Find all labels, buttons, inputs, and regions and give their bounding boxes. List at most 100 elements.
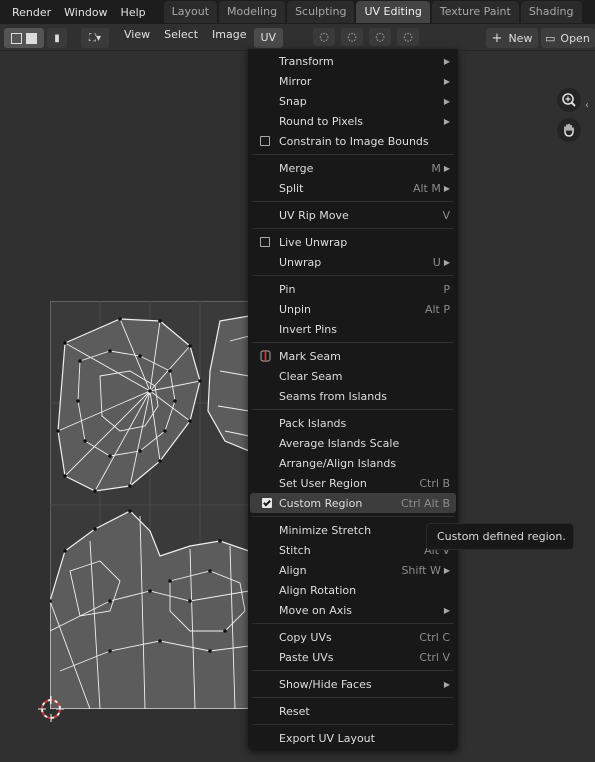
- menu-item-label: Pack Islands: [279, 416, 347, 430]
- menu-item-label: Constrain to Image Bounds: [279, 134, 429, 148]
- menu-item-constrain-to-image-bounds[interactable]: Constrain to Image Bounds: [248, 131, 458, 151]
- menu-item-export-uv-layout[interactable]: Export UV Layout: [248, 728, 458, 748]
- menu-item-shortcut: Shift W: [401, 563, 441, 577]
- menu-item-label: Copy UVs: [279, 630, 332, 644]
- checkbox-unchecked-icon[interactable]: [260, 237, 270, 247]
- proportional-icon[interactable]: ◌: [369, 28, 392, 46]
- menu-item-label: Stitch: [279, 543, 311, 557]
- header-tool-icons: ◌ ◌ ◌ ◌: [313, 28, 420, 48]
- menu-item-pin[interactable]: Pin P: [248, 279, 458, 299]
- submenu-arrow-icon: ▶: [443, 679, 450, 689]
- menu-item-seams-from-islands[interactable]: Seams from Islands: [248, 386, 458, 406]
- uv-mesh-canvas[interactable]: [50, 301, 249, 709]
- menu-item-shortcut: Alt P: [424, 302, 450, 316]
- open-button-label: Open: [560, 31, 590, 45]
- menu-item-set-user-region[interactable]: Set User Region Ctrl B: [248, 473, 458, 493]
- sync-selection-button[interactable]: ▮: [47, 28, 67, 48]
- uv-editor-header: ▮ ⛶▾ View Select Image UV ◌ ◌ ◌ ◌ + New ▭ Open: [0, 26, 595, 51]
- menu-item-align-rotation[interactable]: Align Rotation: [248, 580, 458, 600]
- top-menu-window[interactable]: Window: [58, 6, 113, 19]
- checkbox-checked-icon[interactable]: [262, 498, 272, 508]
- submenu-arrow-icon: ▶: [443, 116, 450, 126]
- menu-item-show-hide-faces[interactable]: Show/Hide Faces ▶: [248, 674, 458, 694]
- menu-item-pack-islands[interactable]: Pack Islands: [248, 413, 458, 433]
- checkbox-unchecked-icon[interactable]: [260, 136, 270, 146]
- select-box-icon: [11, 32, 22, 44]
- menu-item-shortcut: V: [442, 208, 450, 222]
- menu-item-unpin[interactable]: Unpin Alt P: [248, 299, 458, 319]
- workspace-tab-modeling[interactable]: Modeling: [219, 1, 286, 23]
- selection-mode-dropdown[interactable]: ⛶▾: [81, 28, 109, 48]
- menu-item-mirror[interactable]: Mirror ▶: [248, 71, 458, 91]
- menu-item-average-islands-scale[interactable]: Average Islands Scale: [248, 433, 458, 453]
- workspace-tab-shading[interactable]: Shading: [520, 1, 582, 23]
- menu-item-label: UV Rip Move: [279, 208, 349, 222]
- menu-item-transform[interactable]: Transform ▶: [248, 51, 458, 71]
- menu-item-invert-pins[interactable]: Invert Pins: [248, 319, 458, 339]
- new-image-button[interactable]: + New: [486, 28, 538, 48]
- submenu-arrow-icon: ▶: [443, 163, 450, 173]
- menu-item-clear-seam[interactable]: Clear Seam: [248, 366, 458, 386]
- menu-item-custom-region[interactable]: Custom Region Ctrl Alt B: [250, 493, 456, 513]
- menu-item-label: Mirror: [279, 74, 312, 88]
- open-image-button[interactable]: ▭ Open: [541, 28, 595, 48]
- menu-item-shortcut: Ctrl B: [419, 476, 450, 490]
- pivot-icon[interactable]: ◌: [313, 28, 336, 46]
- menu-item-live-unwrap[interactable]: Live Unwrap: [248, 232, 458, 252]
- menu-separator: [252, 409, 454, 410]
- header-menu-image[interactable]: Image: [205, 28, 253, 48]
- snap-icon[interactable]: ◌: [341, 28, 364, 46]
- select-mode-button[interactable]: [4, 28, 44, 48]
- menu-item-merge[interactable]: Merge M ▶: [248, 158, 458, 178]
- menu-item-label: Custom Region: [279, 496, 363, 510]
- menu-item-label: Mark Seam: [279, 349, 341, 363]
- workspace-tab-uv-editing[interactable]: UV Editing: [356, 1, 430, 23]
- menu-item-uv-rip-move[interactable]: UV Rip Move V: [248, 205, 458, 225]
- menu-item-snap[interactable]: Snap ▶: [248, 91, 458, 111]
- menu-item-reset[interactable]: Reset: [248, 701, 458, 721]
- menu-item-move-on-axis[interactable]: Move on Axis ▶: [248, 600, 458, 620]
- top-menu-render[interactable]: Render: [6, 6, 57, 19]
- menu-item-mark-seam[interactable]: Mark Seam: [248, 346, 458, 366]
- image-icon[interactable]: ◌: [397, 28, 420, 46]
- workspace-tab-layout[interactable]: Layout: [163, 1, 218, 23]
- header-menu-view[interactable]: View: [117, 28, 157, 48]
- menu-separator: [252, 670, 454, 671]
- menu-item-shortcut: M: [431, 161, 441, 175]
- menu-separator: [252, 697, 454, 698]
- top-menu-help[interactable]: Help: [115, 6, 152, 19]
- header-menu-uv[interactable]: UV: [253, 28, 284, 48]
- menu-item-label: Align: [279, 563, 307, 577]
- menu-item-split[interactable]: Split Alt M ▶: [248, 178, 458, 198]
- menu-separator: [252, 201, 454, 202]
- menu-separator: [252, 516, 454, 517]
- menu-separator: [252, 154, 454, 155]
- header-menu-select[interactable]: Select: [157, 28, 205, 48]
- menu-item-label: Show/Hide Faces: [279, 677, 372, 691]
- new-button-label: New: [508, 31, 533, 45]
- menu-item-label: Average Islands Scale: [279, 436, 400, 450]
- menu-item-label: Align Rotation: [279, 583, 357, 597]
- menu-item-label: Round to Pixels: [279, 114, 364, 128]
- 2d-cursor-icon[interactable]: [38, 696, 64, 722]
- top-bar: Render Window Help Layout Modeling Sculpting…: [0, 0, 595, 24]
- workspace-tab-texture-paint[interactable]: Texture Paint: [431, 1, 519, 23]
- menu-item-label: Invert Pins: [279, 322, 337, 336]
- menu-item-align[interactable]: Align Shift W ▶: [248, 560, 458, 580]
- workspace-tab-sculpting[interactable]: Sculpting: [287, 1, 355, 23]
- menu-item-shortcut: Ctrl C: [419, 630, 450, 644]
- zoom-in-icon[interactable]: [557, 88, 581, 112]
- menu-separator: [252, 342, 454, 343]
- sidebar-toggle-chevron-icon[interactable]: ‹: [585, 100, 589, 111]
- menu-item-label: Clear Seam: [279, 369, 343, 383]
- menu-item-shortcut: Ctrl V: [419, 650, 450, 664]
- menu-item-unwrap[interactable]: Unwrap U ▶: [248, 252, 458, 272]
- menu-item-copy-uvs[interactable]: Copy UVs Ctrl C: [248, 627, 458, 647]
- menu-item-paste-uvs[interactable]: Paste UVs Ctrl V: [248, 647, 458, 667]
- menu-separator: [252, 724, 454, 725]
- menu-item-round-to-pixels[interactable]: Round to Pixels ▶: [248, 111, 458, 131]
- hand-pan-icon[interactable]: [557, 118, 581, 142]
- menu-item-arrange-align-islands[interactable]: Arrange/Align Islands: [248, 453, 458, 473]
- select-box-icon: [26, 32, 37, 44]
- submenu-arrow-icon: ▶: [443, 96, 450, 106]
